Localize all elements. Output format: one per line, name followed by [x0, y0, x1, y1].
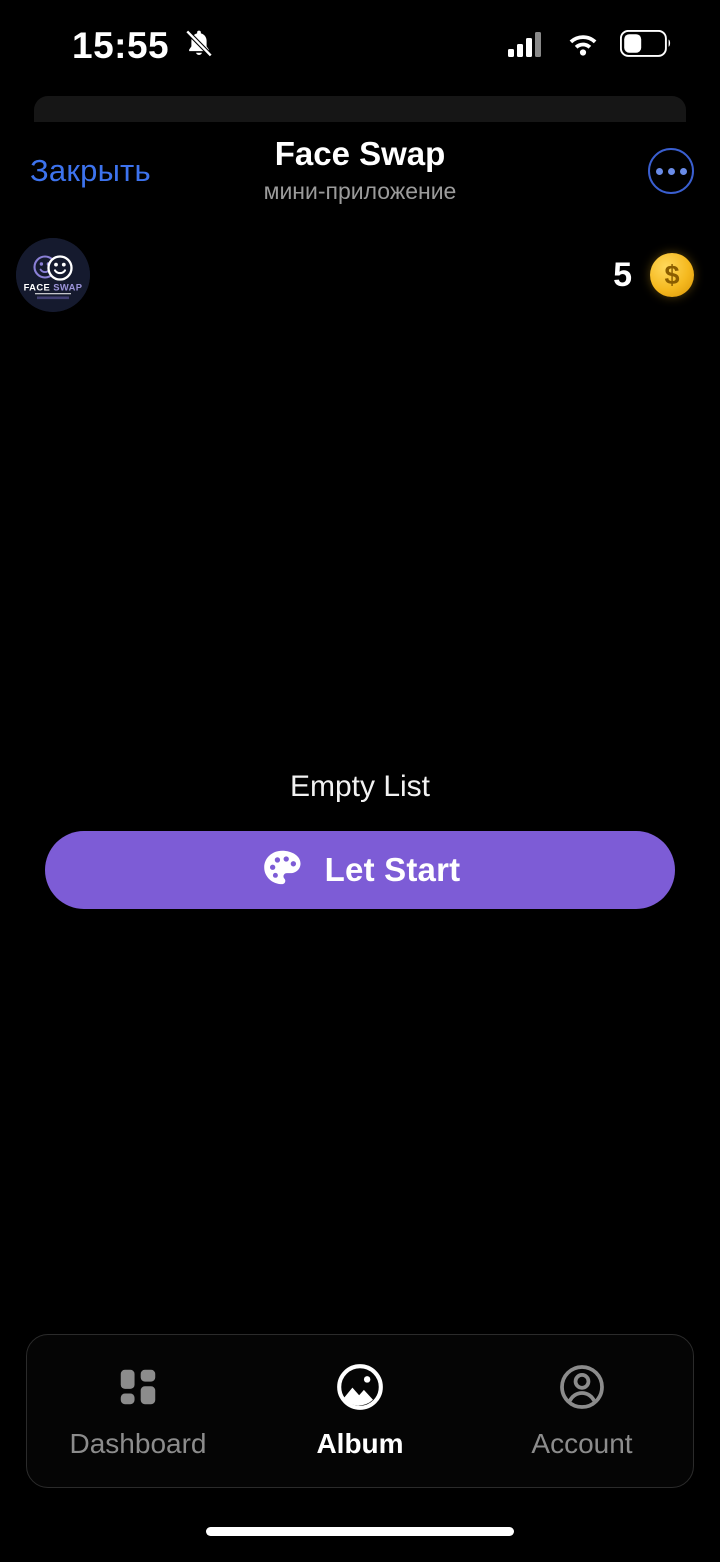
person-circle-icon [557, 1362, 607, 1412]
let-start-label: Let Start [324, 850, 461, 888]
status-bar-left: 15:55 [72, 25, 215, 67]
menu-dot [667, 167, 675, 175]
bottom-navigation: Dashboard Album Account [26, 1334, 694, 1488]
palette-icon [260, 846, 304, 893]
nav-item-dashboard[interactable]: Dashboard [38, 1362, 238, 1460]
menu-dot [655, 167, 663, 175]
main-content: Empty List Let Start [0, 314, 720, 1364]
header-titles: Face Swap мини-приложение [130, 134, 590, 205]
face-swap-logo: FACE SWAP [16, 238, 90, 312]
let-start-button[interactable]: Let Start [45, 830, 675, 909]
phone-screen: 15:55 Закрыть Face Swap мини-приложение … [0, 0, 720, 1562]
battery-icon [619, 29, 672, 62]
home-indicator[interactable] [206, 1527, 514, 1536]
coin-icon: $ [650, 253, 694, 297]
empty-list-message: Empty List [289, 769, 431, 803]
signal-bars-icon [508, 31, 546, 62]
bell-slash-icon [183, 28, 215, 65]
status-bar: 15:55 [0, 0, 720, 92]
nav-item-account[interactable]: Account [482, 1362, 682, 1460]
mini-app-bar: FACE SWAP 5 $ [0, 236, 720, 314]
grid-icon [115, 1362, 161, 1412]
app-header: Закрыть Face Swap мини-приложение [0, 128, 720, 214]
svg-text:FACE SWAP: FACE SWAP [24, 282, 83, 293]
more-options-icon[interactable] [648, 148, 694, 194]
coin-balance[interactable]: 5 $ [613, 253, 694, 297]
nav-item-album[interactable]: Album [260, 1362, 460, 1460]
status-bar-time: 15:55 [72, 25, 170, 66]
wifi-icon [566, 31, 600, 62]
nav-label-album: Album [316, 1428, 404, 1459]
balance-count: 5 [613, 255, 632, 294]
sheet-drag-edge[interactable] [34, 96, 686, 122]
page-title: Face Swap [274, 135, 446, 172]
page-subtitle: мини-приложение [263, 177, 457, 204]
nav-label-dashboard: Dashboard [69, 1428, 207, 1459]
status-bar-right [508, 29, 672, 62]
image-circle-icon [334, 1362, 386, 1412]
menu-dot [679, 167, 687, 175]
nav-label-account: Account [531, 1428, 633, 1459]
